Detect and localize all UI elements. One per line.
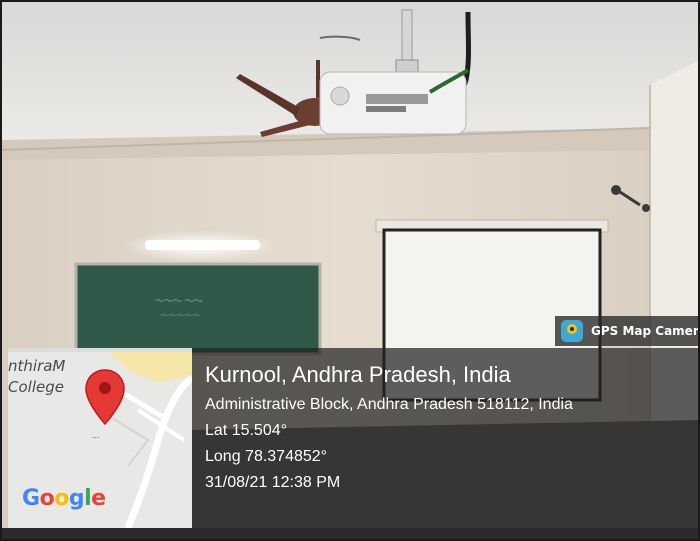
gps-map-camera-badge: GPS Map Camera xyxy=(555,316,700,346)
location-title: Kurnool, Andhra Pradesh, India xyxy=(205,362,511,387)
map-place-line2: College xyxy=(8,378,64,396)
svg-text:～～～～～: ～～～～～ xyxy=(160,311,200,320)
timestamp-line: 31/08/21 12:38 PM xyxy=(205,474,341,491)
svg-text:～～～ ～～: ～～～ ～～ xyxy=(155,297,203,307)
longitude-line: Long 78.374852° xyxy=(205,448,328,465)
gps-map-camera-label: GPS Map Camera xyxy=(591,324,700,338)
photo-frame: ～～～ ～～ ～～～～～ GPS Map Camera nthiraM Coll… xyxy=(0,0,700,541)
location-info-text: Kurnool, Andhra Pradesh, India Administr… xyxy=(205,362,573,492)
google-logo: Google xyxy=(22,486,106,511)
map-place-label: nthiraM College xyxy=(8,356,65,398)
map-place-line1: nthiraM xyxy=(8,357,66,375)
map-thumbnail: nthiraM College ... Google xyxy=(8,348,192,528)
map-marker-dots: ... xyxy=(92,430,100,440)
gps-map-camera-app-icon xyxy=(561,320,583,342)
map-pin-icon xyxy=(85,369,125,426)
address-line: Administrative Block, Andhra Pradesh 518… xyxy=(205,396,573,413)
latitude-line: Lat 15.504° xyxy=(205,422,288,439)
